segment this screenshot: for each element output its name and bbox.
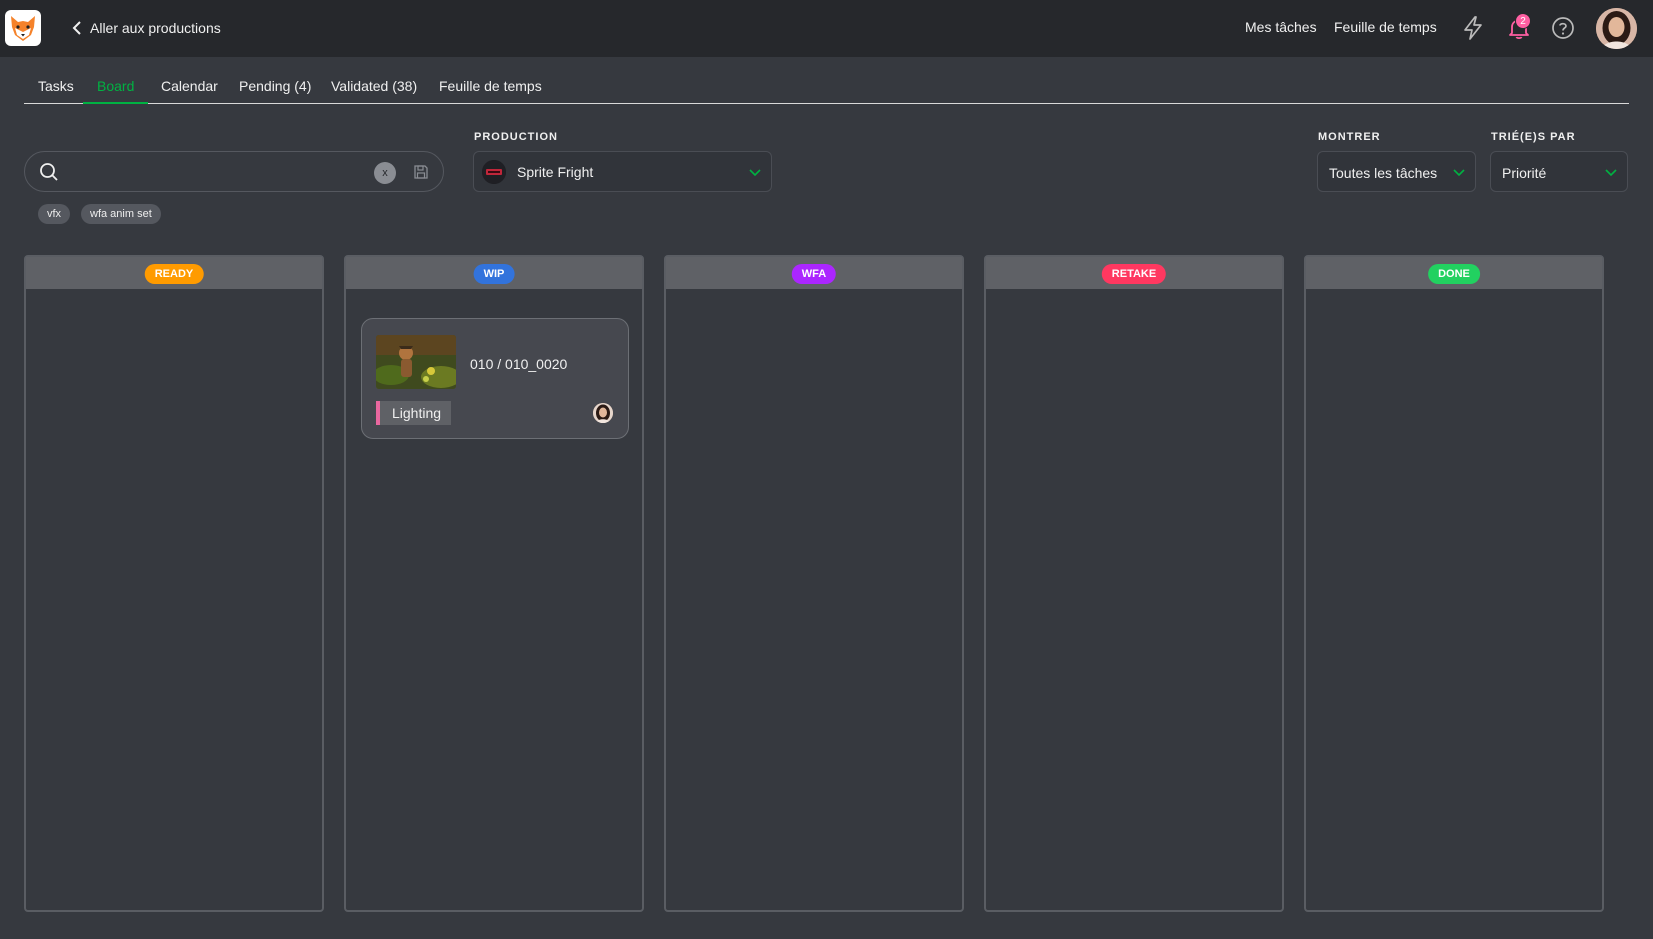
status-badge-done: DONE	[1428, 264, 1480, 284]
chevron-down-icon	[1605, 169, 1617, 177]
tab-board[interactable]: Board	[83, 72, 149, 104]
production-select[interactable]: Sprite Fright	[473, 151, 772, 192]
production-label: PRODUCTION	[474, 131, 558, 143]
back-label: Aller aux productions	[90, 20, 221, 36]
tab-calendar[interactable]: Calendar	[147, 72, 232, 104]
chevron-left-icon	[72, 21, 81, 35]
search-icon	[40, 163, 58, 181]
tab-timesheet[interactable]: Feuille de temps	[425, 72, 556, 104]
top-bar: Aller aux productions Mes tâches Feuille…	[0, 0, 1653, 57]
notification-count-badge: 2	[1515, 13, 1531, 29]
sort-value: Priorité	[1502, 165, 1547, 181]
tab-validated[interactable]: Validated (38)	[317, 72, 431, 104]
show-label: MONTRER	[1318, 131, 1381, 143]
filter-chip-wfa-anim-set[interactable]: wfa anim set	[81, 204, 161, 224]
fox-logo-icon[interactable]	[5, 10, 41, 46]
clear-search-button[interactable]: x	[374, 162, 396, 184]
lightning-icon[interactable]	[1459, 14, 1487, 42]
search-input[interactable]	[69, 160, 389, 184]
chevron-down-icon	[749, 169, 761, 177]
search-box: x	[24, 151, 444, 192]
nav-timesheet[interactable]: Feuille de temps	[1334, 19, 1437, 35]
board-column-done: DONE	[1304, 255, 1604, 912]
shot-name: 010 / 010_0020	[470, 356, 568, 372]
sort-label: TRIÉ(E)S PAR	[1491, 131, 1576, 143]
assignee-avatar	[593, 403, 613, 423]
show-value: Toutes les tâches	[1329, 165, 1438, 181]
chevron-down-icon	[1453, 169, 1465, 177]
column-header: RETAKE	[986, 257, 1282, 289]
status-badge-ready: READY	[144, 264, 204, 284]
status-badge-retake: RETAKE	[1101, 264, 1167, 284]
status-badge-wip: WIP	[473, 264, 515, 284]
task-card[interactable]: 010 / 010_0020 Lighting	[361, 318, 629, 439]
column-header: WIP	[346, 257, 642, 289]
production-logo-icon	[482, 160, 506, 184]
nav-my-tasks[interactable]: Mes tâches	[1245, 19, 1317, 35]
production-value: Sprite Fright	[517, 164, 594, 180]
back-to-productions-link[interactable]: Aller aux productions	[72, 18, 221, 38]
column-header: DONE	[1306, 257, 1602, 289]
shot-thumbnail	[376, 335, 456, 389]
board-column-retake: RETAKE	[984, 255, 1284, 912]
tab-tasks[interactable]: Tasks	[24, 72, 88, 104]
help-icon[interactable]	[1549, 14, 1577, 42]
status-badge-wfa: WFA	[791, 264, 837, 284]
save-search-icon[interactable]	[413, 164, 429, 180]
task-type-tag: Lighting	[376, 401, 452, 425]
column-header: READY	[26, 257, 322, 289]
column-header: WFA	[666, 257, 962, 289]
view-tabs: Tasks Board Calendar Pending (4) Validat…	[24, 72, 1629, 104]
sort-select[interactable]: Priorité	[1490, 151, 1628, 192]
show-select[interactable]: Toutes les tâches	[1317, 151, 1476, 192]
tab-pending[interactable]: Pending (4)	[225, 72, 325, 104]
board-column-wfa: WFA	[664, 255, 964, 912]
user-avatar[interactable]	[1596, 8, 1637, 49]
board-column-ready: READY	[24, 255, 324, 912]
board-column-wip: WIP 010 / 010_0020 Lighting	[344, 255, 644, 912]
filter-chip-vfx[interactable]: vfx	[38, 204, 71, 224]
